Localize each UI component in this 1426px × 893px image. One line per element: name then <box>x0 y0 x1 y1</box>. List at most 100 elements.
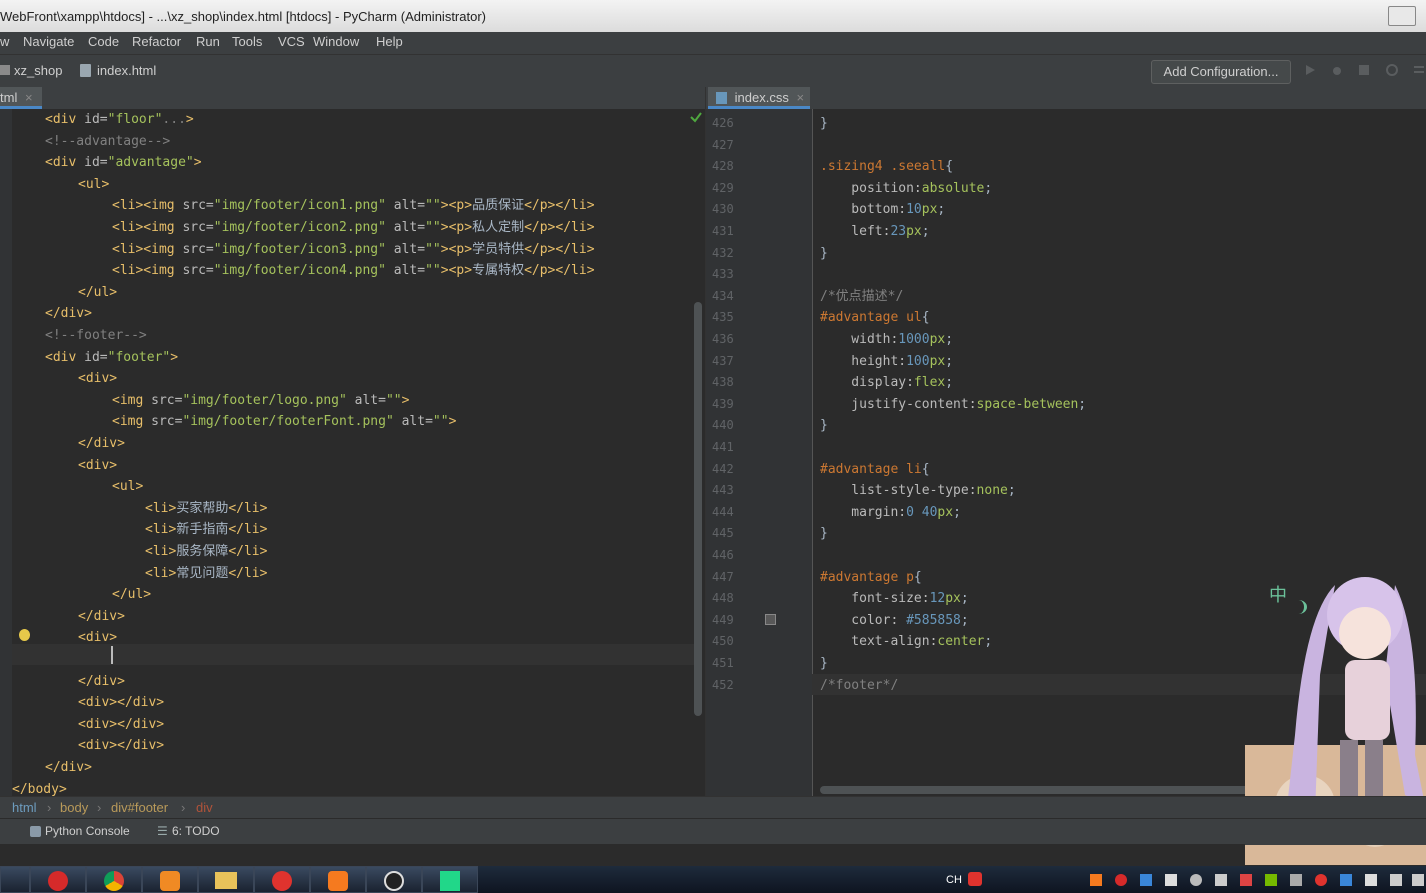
code-line[interactable]: <!--advantage--> <box>45 131 170 152</box>
signal-icon[interactable] <box>1365 874 1377 886</box>
menu-view[interactable]: w <box>0 34 9 49</box>
code-line[interactable]: justify-content:space-between; <box>820 394 1086 415</box>
tray-app2-icon[interactable] <box>1240 874 1252 886</box>
code-line[interactable]: <li><img src="img/footer/icon3.png" alt=… <box>112 239 595 260</box>
code-line[interactable]: </div> <box>78 671 125 692</box>
tray-app-icon[interactable] <box>1115 874 1127 886</box>
tray-shield-icon[interactable] <box>1140 874 1152 886</box>
menu-run[interactable]: Run <box>196 34 220 49</box>
left-scrollbar[interactable] <box>694 302 702 716</box>
code-line[interactable]: font-size:12px; <box>820 588 968 609</box>
python-console-button[interactable]: Python Console <box>45 824 130 838</box>
code-line[interactable]: color: #585858; <box>820 610 968 631</box>
code-line[interactable]: </div> <box>45 757 92 778</box>
menu-tools[interactable]: Tools <box>232 34 262 49</box>
code-line[interactable]: <li><img src="img/footer/icon2.png" alt=… <box>112 217 595 238</box>
menu-navigate[interactable]: Navigate <box>23 34 74 49</box>
code-line[interactable]: text-align:center; <box>820 631 992 652</box>
code-line[interactable]: <img src="img/footer/logo.png" alt=""> <box>112 390 409 411</box>
menu-code[interactable]: Code <box>88 34 119 49</box>
code-line[interactable]: .sizing4 .seeall{ <box>820 156 953 177</box>
lightbulb-icon[interactable] <box>19 629 30 641</box>
tab-index-css[interactable]: index.css × <box>708 87 810 109</box>
taskbar-folder-icon[interactable] <box>198 866 254 893</box>
close-icon[interactable]: × <box>25 90 33 105</box>
code-line[interactable]: bottom:10px; <box>820 199 945 220</box>
code-line[interactable]: <li>服务保障</li> <box>145 541 267 562</box>
menu-help[interactable]: Help <box>376 34 403 49</box>
power-icon[interactable] <box>1412 874 1424 886</box>
code-line[interactable]: <div id="footer"> <box>45 347 178 368</box>
code-line[interactable]: #advantage li{ <box>820 459 930 480</box>
minimize-button[interactable] <box>1388 6 1416 26</box>
code-line[interactable]: } <box>820 653 828 674</box>
code-line[interactable]: #advantage ul{ <box>820 307 930 328</box>
taskbar-xampp-icon[interactable] <box>310 866 366 893</box>
code-line[interactable]: <!--footer--> <box>45 325 147 346</box>
code-line[interactable]: width:1000px; <box>820 329 953 350</box>
todo-button[interactable]: 6: TODO <box>172 824 220 838</box>
code-line[interactable]: display:flex; <box>820 372 953 393</box>
code-line[interactable]: <li>新手指南</li> <box>145 519 267 540</box>
right-horizontal-scrollbar[interactable] <box>820 786 1300 794</box>
code-line[interactable]: <ul> <box>78 174 109 195</box>
code-line[interactable]: <li>常见问题</li> <box>145 563 267 584</box>
code-line[interactable]: margin:0 40px; <box>820 502 961 523</box>
nav-project[interactable]: xz_shop <box>14 63 62 78</box>
code-line[interactable]: </div> <box>78 606 125 627</box>
tray-app3-icon[interactable] <box>1290 874 1302 886</box>
code-line[interactable]: <div> <box>78 368 117 389</box>
code-line[interactable]: } <box>820 243 828 264</box>
code-line[interactable]: <li><img src="img/footer/icon1.png" alt=… <box>112 195 595 216</box>
stop-icon[interactable] <box>1413 64 1425 76</box>
volume-icon[interactable] <box>1215 874 1227 886</box>
taskbar-chrome-icon[interactable] <box>86 866 142 893</box>
nav-file[interactable]: index.html <box>97 63 156 78</box>
taskbar-app-icon[interactable] <box>0 866 30 893</box>
breadcrumb-body[interactable]: body <box>60 800 88 815</box>
tray-netease-icon[interactable] <box>1315 874 1327 886</box>
code-line[interactable]: </body> <box>12 779 67 796</box>
ime-indicator[interactable]: CH <box>946 874 962 886</box>
code-line[interactable]: } <box>820 523 828 544</box>
code-line[interactable]: <div id="floor"...> <box>45 109 194 130</box>
code-line[interactable]: } <box>820 415 828 436</box>
code-line[interactable]: <li><img src="img/footer/icon4.png" alt=… <box>112 260 595 281</box>
tray-clock-icon[interactable] <box>1190 874 1202 886</box>
taskbar-netease-music-icon[interactable] <box>254 866 310 893</box>
menu-vcs[interactable]: VCS <box>278 34 305 49</box>
taskbar-uc-browser-icon[interactable] <box>142 866 198 893</box>
close-icon[interactable]: × <box>796 90 804 105</box>
code-line[interactable]: </ul> <box>112 584 151 605</box>
code-line[interactable]: <li>买家帮助</li> <box>145 498 267 519</box>
tray-xampp-icon[interactable] <box>1090 874 1102 886</box>
code-line[interactable]: <ul> <box>112 476 143 497</box>
tray-network-icon[interactable] <box>1165 874 1177 886</box>
breadcrumb-div-footer[interactable]: div#footer <box>111 800 168 815</box>
menu-window[interactable]: Window <box>313 34 359 49</box>
breadcrumb-html[interactable]: html <box>12 800 37 815</box>
monitor-icon[interactable] <box>1390 874 1402 886</box>
profile-icon[interactable] <box>1386 64 1398 76</box>
taskbar-app-red-icon[interactable] <box>30 866 86 893</box>
bluetooth-icon[interactable] <box>1340 874 1352 886</box>
code-line[interactable]: <div></div> <box>78 714 164 735</box>
code-line[interactable]: /*优点描述*/ <box>820 286 903 307</box>
code-line[interactable]: height:100px; <box>820 351 953 372</box>
taskbar-obs-icon[interactable] <box>366 866 422 893</box>
code-line[interactable]: <div></div> <box>78 735 164 756</box>
debug-icon[interactable] <box>1331 64 1343 76</box>
ime-floating-indicator[interactable]: 中 <box>1269 581 1287 607</box>
code-line[interactable]: left:23px; <box>820 221 929 242</box>
code-line[interactable]: list-style-type:none; <box>820 480 1015 501</box>
run-icon[interactable] <box>1304 64 1316 76</box>
code-line[interactable]: </div> <box>45 303 92 324</box>
add-configuration-button[interactable]: Add Configuration... <box>1151 60 1291 84</box>
code-line[interactable]: <div> <box>78 455 117 476</box>
code-line[interactable]: <div id="advantage"> <box>45 152 202 173</box>
code-line[interactable]: </ul> <box>78 282 117 303</box>
left-editor[interactable]: <div id="floor"...> <!--advantage--> <div … <box>0 109 705 796</box>
nvidia-icon[interactable] <box>1265 874 1277 886</box>
tab-index-html[interactable]: tml × <box>0 87 42 109</box>
code-line[interactable]: <div></div> <box>78 692 164 713</box>
